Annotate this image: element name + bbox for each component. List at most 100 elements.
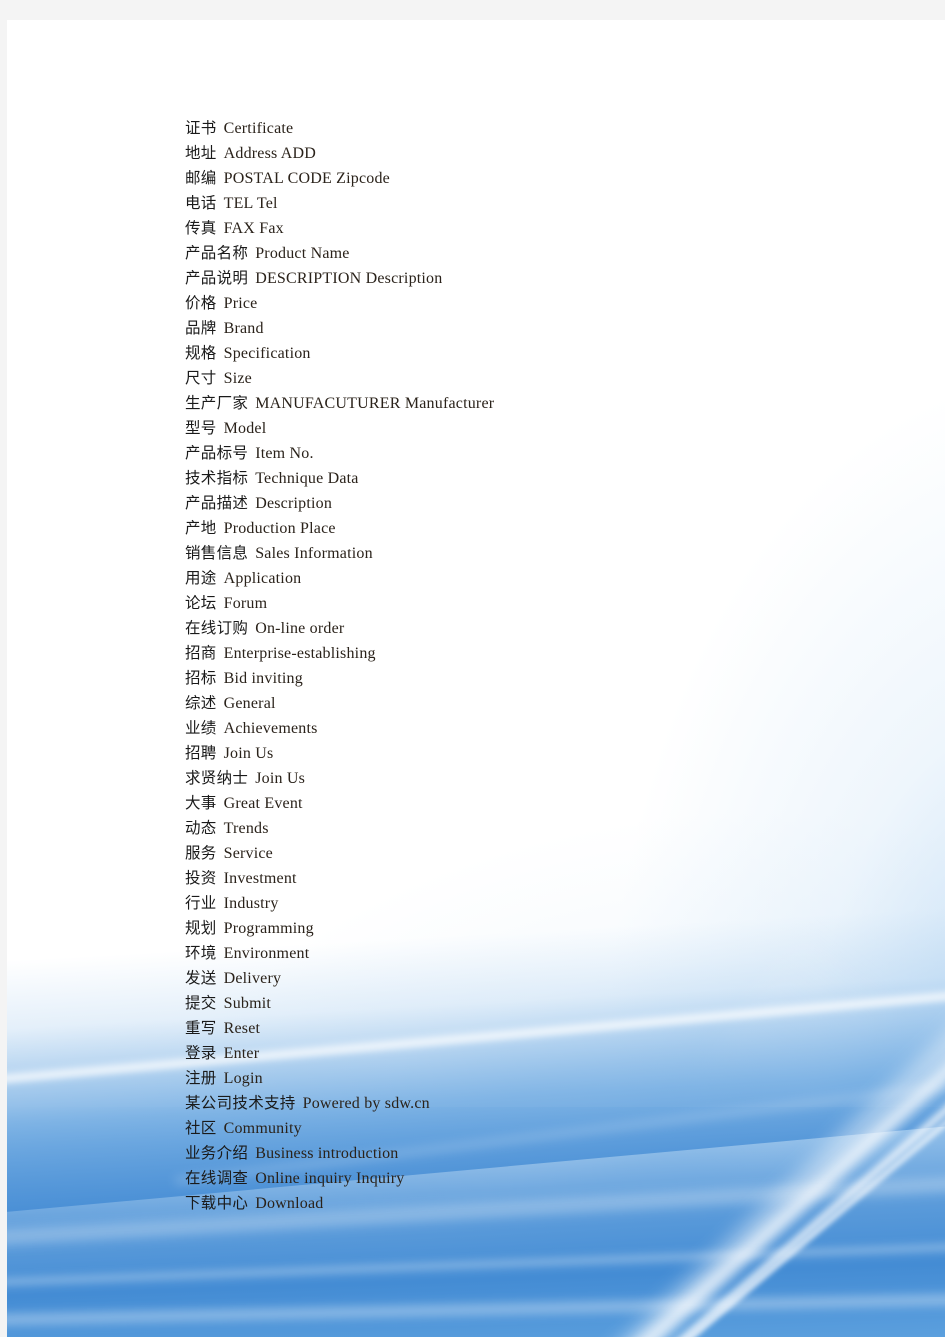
term-english: Size: [223, 370, 252, 387]
term-chinese: 重写: [185, 1019, 217, 1037]
glossary-entry: 品牌 Brand: [185, 316, 885, 341]
glossary-entry: 社区 Community: [185, 1116, 885, 1141]
glossary-entry: 用途 Application: [185, 566, 885, 591]
term-english: Industry: [223, 895, 279, 912]
term-chinese: 产品名称: [185, 244, 249, 262]
term-chinese: 传真: [185, 219, 217, 237]
glossary-entry: 电话 TEL Tel: [185, 191, 885, 216]
term-chinese: 招商: [185, 644, 217, 662]
term-chinese: 招标: [185, 669, 217, 687]
term-english: Address ADD: [223, 145, 317, 162]
term-english: Online inquiry Inquiry: [255, 1170, 405, 1187]
term-english: Specification: [223, 345, 311, 362]
term-chinese: 大事: [185, 794, 217, 812]
document-sheet: 证书 Certificate 地址 Address ADD 邮编 POSTAL CODE …: [7, 20, 945, 1337]
glossary-entry: 产品名称 Product Name: [185, 241, 885, 266]
term-english: Join Us: [255, 770, 306, 787]
term-chinese: 社区: [185, 1119, 217, 1137]
glossary-entry: 销售信息 Sales Information: [185, 541, 885, 566]
term-chinese: 招聘: [185, 744, 217, 762]
horizontal-sweep: [7, 1237, 945, 1291]
term-english: Download: [255, 1195, 324, 1212]
term-english: Reset: [223, 1020, 261, 1037]
term-english: Product Name: [255, 245, 350, 262]
term-chinese: 品牌: [185, 319, 217, 337]
glossary-entry: 提交 Submit: [185, 991, 885, 1016]
glossary-entry: 型号 Model: [185, 416, 885, 441]
glossary-entry: 产品说明 DESCRIPTION Description: [185, 266, 885, 291]
term-chinese: 环境: [185, 944, 217, 962]
glossary-entry: 行业 Industry: [185, 891, 885, 916]
term-chinese: 某公司技术支持: [185, 1094, 296, 1112]
term-english: Community: [223, 1120, 302, 1137]
horizontal-sweep: [7, 1289, 945, 1329]
glossary-entry: 服务 Service: [185, 841, 885, 866]
glossary-entry: 传真 FAX Fax: [185, 216, 885, 241]
glossary-entry: 邮编 POSTAL CODE Zipcode: [185, 166, 885, 191]
glossary-entry: 价格 Price: [185, 291, 885, 316]
glossary-entry: 技术指标 Technique Data: [185, 466, 885, 491]
term-chinese: 证书: [185, 119, 217, 137]
glossary-entry: 规划 Programming: [185, 916, 885, 941]
term-english: Item No.: [255, 445, 314, 462]
glossary-entry: 综述 General: [185, 691, 885, 716]
term-english: Powered by sdw.cn: [302, 1095, 430, 1112]
glossary-entry: 尺寸 Size: [185, 366, 885, 391]
glossary-entry: 重写 Reset: [185, 1016, 885, 1041]
term-chinese: 综述: [185, 694, 217, 712]
term-english: Trends: [223, 820, 269, 837]
term-chinese: 服务: [185, 844, 217, 862]
glossary-entry: 招商 Enterprise-establishing: [185, 641, 885, 666]
glossary-entry: 招标 Bid inviting: [185, 666, 885, 691]
glossary-entry: 动态 Trends: [185, 816, 885, 841]
term-english: Enterprise-establishing: [223, 645, 376, 662]
term-chinese: 邮编: [185, 169, 217, 187]
glossary-entry: 求贤纳士 Join Us: [185, 766, 885, 791]
term-chinese: 投资: [185, 869, 217, 887]
term-chinese: 技术指标: [185, 469, 249, 487]
term-english: Submit: [223, 995, 272, 1012]
term-english: Service: [223, 845, 273, 862]
term-chinese: 产品标号: [185, 444, 249, 462]
glossary-entry: 投资 Investment: [185, 866, 885, 891]
glossary-entry: 在线订购 On-line order: [185, 616, 885, 641]
glossary-entry: 地址 Address ADD: [185, 141, 885, 166]
glossary-entry: 注册 Login: [185, 1066, 885, 1091]
term-chinese: 注册: [185, 1069, 217, 1087]
document-page: 证书 Certificate 地址 Address ADD 邮编 POSTAL CODE …: [0, 0, 945, 1337]
glossary-entry: 业务介绍 Business introduction: [185, 1141, 885, 1166]
term-chinese: 业务介绍: [185, 1144, 249, 1162]
term-chinese: 提交: [185, 994, 217, 1012]
glossary-entry: 下载中心 Download: [185, 1191, 885, 1216]
term-chinese: 下载中心: [185, 1194, 249, 1212]
term-english: Business introduction: [255, 1145, 399, 1162]
term-chinese: 产品说明: [185, 269, 249, 287]
term-english: Certificate: [223, 120, 294, 137]
term-english: Bid inviting: [223, 670, 303, 687]
term-english: Model: [223, 420, 267, 437]
glossary-entry: 登录 Enter: [185, 1041, 885, 1066]
term-chinese: 地址: [185, 144, 217, 162]
glossary-entry: 在线调查 Online inquiry Inquiry: [185, 1166, 885, 1191]
term-english: Achievements: [223, 720, 318, 737]
term-chinese: 行业: [185, 894, 217, 912]
glossary-entry: 发送 Delivery: [185, 966, 885, 991]
glossary-entry: 论坛 Forum: [185, 591, 885, 616]
term-english: Description: [255, 495, 333, 512]
term-english: Brand: [223, 320, 264, 337]
term-english: Join Us: [223, 745, 274, 762]
term-chinese: 产地: [185, 519, 217, 537]
glossary-entry: 招聘 Join Us: [185, 741, 885, 766]
term-english: TEL Tel: [223, 195, 278, 212]
glossary-entry: 生产厂家 MANUFACUTURER Manufacturer: [185, 391, 885, 416]
term-chinese: 业绩: [185, 719, 217, 737]
term-english: Forum: [223, 595, 268, 612]
term-english: Sales Information: [255, 545, 373, 562]
term-chinese: 规划: [185, 919, 217, 937]
term-chinese: 规格: [185, 344, 217, 362]
term-english: Investment: [223, 870, 297, 887]
term-chinese: 登录: [185, 1044, 217, 1062]
term-chinese: 在线订购: [185, 619, 249, 637]
term-chinese: 论坛: [185, 594, 217, 612]
term-chinese: 生产厂家: [185, 394, 249, 412]
